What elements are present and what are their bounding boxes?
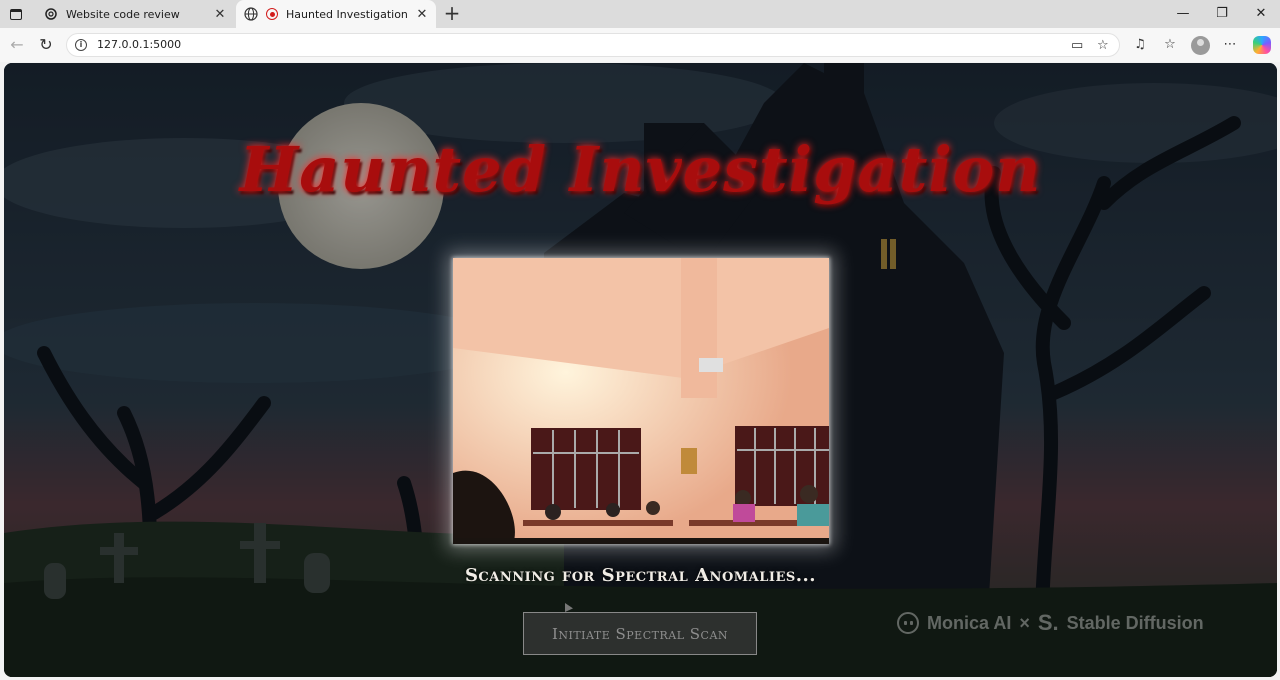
camera-icon[interactable]: ▭ (1071, 38, 1083, 53)
profile-avatar[interactable] (1191, 36, 1210, 55)
globe-icon (244, 7, 258, 21)
close-tab-icon[interactable]: ✕ (212, 7, 228, 22)
address-bar[interactable]: i 127.0.0.1:5000 ▭ ☆ (66, 33, 1120, 57)
read-aloud-icon[interactable]: ♫ (1130, 35, 1150, 55)
reload-icon[interactable]: ↻ (35, 34, 57, 56)
tab-title: Website code review (66, 7, 180, 21)
tab-haunted-investigation[interactable]: Haunted Investigation ✕ (236, 0, 436, 28)
close-window-icon[interactable]: ✕ (1242, 0, 1280, 28)
watermark-separator: × (1019, 612, 1030, 633)
page-title: Haunted Investigation (239, 133, 1042, 206)
watermark-partner: Stable Diffusion (1066, 612, 1204, 633)
initiate-scan-button[interactable]: Initiate Spectral Scan (523, 612, 757, 655)
new-tab-button[interactable]: + (442, 2, 462, 24)
stable-diffusion-logo-icon: S. (1037, 610, 1059, 635)
chatgpt-icon (44, 7, 58, 21)
minimize-icon[interactable]: — (1164, 0, 1202, 28)
back-icon[interactable]: ← (6, 34, 28, 56)
monica-logo-icon (897, 612, 919, 634)
watermark-brand: Monica AI (927, 612, 1012, 633)
site-info-icon[interactable]: i (75, 39, 87, 51)
tab-actions-menu-icon[interactable] (6, 4, 26, 24)
url-text[interactable]: 127.0.0.1:5000 (97, 38, 181, 51)
restore-icon[interactable]: ❐ (1203, 0, 1241, 28)
more-options-icon[interactable]: ⋯ (1220, 35, 1240, 55)
favorite-star-icon[interactable]: ☆ (1097, 38, 1109, 53)
recording-icon (266, 8, 278, 20)
page-viewport: Haunted Investigation Scanning for Spect… (4, 63, 1277, 677)
camera-feed-image (453, 258, 829, 544)
tab-website-code-review[interactable]: Website code review ✕ (36, 0, 234, 28)
scan-status-text: Scanning for Spectral Anomalies... (464, 565, 817, 586)
camera-feed (453, 258, 829, 544)
browser-toolbar: ← ↻ i 127.0.0.1:5000 ▭ ☆ ♫ ☆ ⋯ (0, 28, 1280, 62)
close-tab-icon[interactable]: ✕ (414, 7, 430, 22)
favorites-icon[interactable]: ☆ (1160, 35, 1180, 55)
browser-tab-bar: Website code review ✕ Haunted Investigat… (0, 0, 1280, 28)
ai-watermark: Monica AI × S. Stable Diffusion (897, 610, 1204, 636)
tab-title: Haunted Investigation (286, 7, 408, 21)
copilot-icon[interactable] (1253, 36, 1271, 54)
